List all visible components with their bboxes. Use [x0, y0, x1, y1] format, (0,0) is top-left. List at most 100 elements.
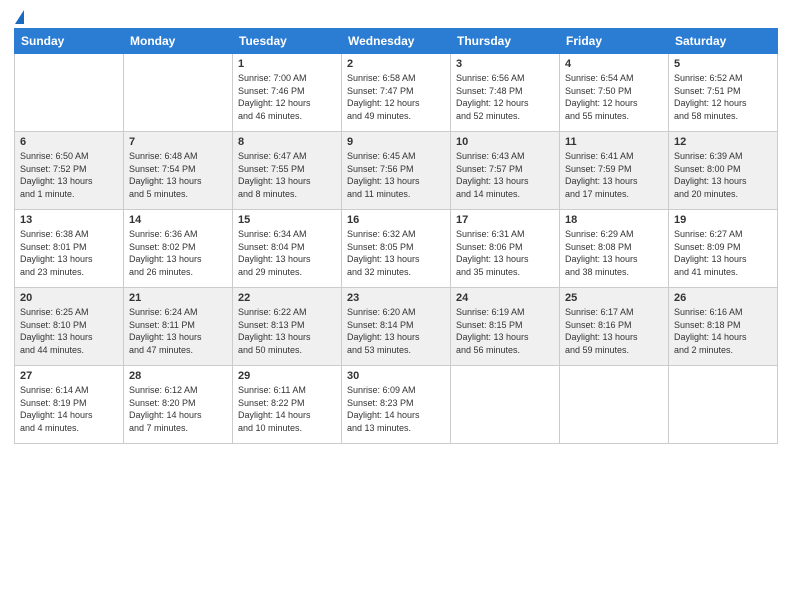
calendar-cell: 14Sunrise: 6:36 AM Sunset: 8:02 PM Dayli… [124, 210, 233, 288]
calendar-cell: 7 Sunrise: 6:48 AM Sunset: 7:54 PM Daylig… [124, 132, 233, 210]
day-info: Sunrise: 6:47 AM Sunset: 7:55 PM Dayligh… [238, 150, 336, 200]
calendar-cell: 2 Sunrise: 6:58 AM Sunset: 7:47 PM Daylig… [342, 54, 451, 132]
day-number: 20 [20, 292, 118, 304]
calendar-cell: 4 Sunrise: 6:54 AM Sunset: 7:50 PM Daylig… [560, 54, 669, 132]
day-info: Sunrise: 6:22 AM Sunset: 8:13 PM Dayligh… [238, 306, 336, 356]
day-number: 10 [456, 136, 554, 148]
calendar-week-row: 6 Sunrise: 6:50 AM Sunset: 7:52 PM Daylig… [15, 132, 778, 210]
calendar-day-header: Tuesday [233, 29, 342, 54]
day-number: 11 [565, 136, 663, 148]
day-number: 5 [674, 58, 772, 70]
calendar-cell: 12 Sunrise: 6:39 AM Sunset: 8:00 PM Dayli… [669, 132, 778, 210]
day-info: Sunrise: 6:12 AM Sunset: 8:20 PM Dayligh… [129, 384, 227, 434]
calendar-cell: 19 Sunrise: 6:27 AM Sunset: 8:09 PM Dayli… [669, 210, 778, 288]
day-number: 27 [20, 370, 118, 382]
calendar-cell: 22 Sunrise: 6:22 AM Sunset: 8:13 PM Dayli… [233, 288, 342, 366]
calendar-cell [560, 366, 669, 444]
day-info: Sunrise: 6:43 AM Sunset: 7:57 PM Dayligh… [456, 150, 554, 200]
calendar-day-header: Thursday [451, 29, 560, 54]
day-number: 13 [20, 214, 118, 226]
calendar-cell: 11 Sunrise: 6:41 AM Sunset: 7:59 PM Dayli… [560, 132, 669, 210]
calendar-cell: 1 Sunrise: 7:00 AM Sunset: 7:46 PM Daylig… [233, 54, 342, 132]
day-number: 7 [129, 136, 227, 148]
day-number: 26 [674, 292, 772, 304]
day-number: 15 [238, 214, 336, 226]
day-number: 21 [129, 292, 227, 304]
day-info: Sunrise: 6:17 AM Sunset: 8:16 PM Dayligh… [565, 306, 663, 356]
header [14, 10, 778, 20]
day-info: Sunrise: 6:38 AM Sunset: 8:01 PM Dayligh… [20, 228, 118, 278]
day-info: Sunrise: 7:00 AM Sunset: 7:46 PM Dayligh… [238, 72, 336, 122]
day-info: Sunrise: 6:48 AM Sunset: 7:54 PM Dayligh… [129, 150, 227, 200]
calendar-cell: 29Sunrise: 6:11 AM Sunset: 8:22 PM Dayli… [233, 366, 342, 444]
calendar-week-row: 1 Sunrise: 7:00 AM Sunset: 7:46 PM Daylig… [15, 54, 778, 132]
calendar-cell: 24Sunrise: 6:19 AM Sunset: 8:15 PM Dayli… [451, 288, 560, 366]
calendar-week-row: 13 Sunrise: 6:38 AM Sunset: 8:01 PM Dayli… [15, 210, 778, 288]
calendar-cell: 25Sunrise: 6:17 AM Sunset: 8:16 PM Dayli… [560, 288, 669, 366]
day-info: Sunrise: 6:50 AM Sunset: 7:52 PM Dayligh… [20, 150, 118, 200]
calendar-cell [124, 54, 233, 132]
day-number: 2 [347, 58, 445, 70]
day-info: Sunrise: 6:19 AM Sunset: 8:15 PM Dayligh… [456, 306, 554, 356]
logo [14, 10, 24, 20]
day-number: 19 [674, 214, 772, 226]
calendar-cell: 6 Sunrise: 6:50 AM Sunset: 7:52 PM Daylig… [15, 132, 124, 210]
calendar-cell: 3Sunrise: 6:56 AM Sunset: 7:48 PM Daylig… [451, 54, 560, 132]
day-number: 8 [238, 136, 336, 148]
calendar-cell: 8 Sunrise: 6:47 AM Sunset: 7:55 PM Daylig… [233, 132, 342, 210]
day-number: 6 [20, 136, 118, 148]
day-number: 9 [347, 136, 445, 148]
calendar-day-header: Sunday [15, 29, 124, 54]
calendar-cell: 18 Sunrise: 6:29 AM Sunset: 8:08 PM Dayli… [560, 210, 669, 288]
day-info: Sunrise: 6:54 AM Sunset: 7:50 PM Dayligh… [565, 72, 663, 122]
calendar-table: SundayMondayTuesdayWednesdayThursdayFrid… [14, 28, 778, 444]
calendar-cell: 5 Sunrise: 6:52 AM Sunset: 7:51 PM Daylig… [669, 54, 778, 132]
day-info: Sunrise: 6:20 AM Sunset: 8:14 PM Dayligh… [347, 306, 445, 356]
calendar-cell: 16 Sunrise: 6:32 AM Sunset: 8:05 PM Dayli… [342, 210, 451, 288]
day-info: Sunrise: 6:36 AM Sunset: 8:02 PM Dayligh… [129, 228, 227, 278]
calendar-day-header: Saturday [669, 29, 778, 54]
day-number: 28 [129, 370, 227, 382]
day-number: 17 [456, 214, 554, 226]
day-info: Sunrise: 6:41 AM Sunset: 7:59 PM Dayligh… [565, 150, 663, 200]
calendar-cell: 27 Sunrise: 6:14 AM Sunset: 8:19 PM Dayli… [15, 366, 124, 444]
day-info: Sunrise: 6:24 AM Sunset: 8:11 PM Dayligh… [129, 306, 227, 356]
calendar-cell: 20 Sunrise: 6:25 AM Sunset: 8:10 PM Dayli… [15, 288, 124, 366]
calendar-cell [451, 366, 560, 444]
day-info: Sunrise: 6:29 AM Sunset: 8:08 PM Dayligh… [565, 228, 663, 278]
day-info: Sunrise: 6:32 AM Sunset: 8:05 PM Dayligh… [347, 228, 445, 278]
calendar-cell: 13 Sunrise: 6:38 AM Sunset: 8:01 PM Dayli… [15, 210, 124, 288]
page-container: SundayMondayTuesdayWednesdayThursdayFrid… [0, 0, 792, 612]
calendar-cell: 28 Sunrise: 6:12 AM Sunset: 8:20 PM Dayli… [124, 366, 233, 444]
calendar-day-header: Wednesday [342, 29, 451, 54]
calendar-week-row: 27 Sunrise: 6:14 AM Sunset: 8:19 PM Dayli… [15, 366, 778, 444]
calendar-cell: 10 Sunrise: 6:43 AM Sunset: 7:57 PM Dayli… [451, 132, 560, 210]
day-info: Sunrise: 6:58 AM Sunset: 7:47 PM Dayligh… [347, 72, 445, 122]
calendar-day-header: Monday [124, 29, 233, 54]
calendar-cell: 26 Sunrise: 6:16 AM Sunset: 8:18 PM Dayli… [669, 288, 778, 366]
day-number: 30 [347, 370, 445, 382]
day-number: 16 [347, 214, 445, 226]
day-number: 1 [238, 58, 336, 70]
day-info: Sunrise: 6:39 AM Sunset: 8:00 PM Dayligh… [674, 150, 772, 200]
day-info: Sunrise: 6:34 AM Sunset: 8:04 PM Dayligh… [238, 228, 336, 278]
calendar-cell: 21 Sunrise: 6:24 AM Sunset: 8:11 PM Dayli… [124, 288, 233, 366]
day-info: Sunrise: 6:27 AM Sunset: 8:09 PM Dayligh… [674, 228, 772, 278]
day-number: 12 [674, 136, 772, 148]
day-number: 23 [347, 292, 445, 304]
calendar-cell: 9Sunrise: 6:45 AM Sunset: 7:56 PM Daylig… [342, 132, 451, 210]
day-info: Sunrise: 6:16 AM Sunset: 8:18 PM Dayligh… [674, 306, 772, 356]
day-info: Sunrise: 6:25 AM Sunset: 8:10 PM Dayligh… [20, 306, 118, 356]
day-info: Sunrise: 6:31 AM Sunset: 8:06 PM Dayligh… [456, 228, 554, 278]
logo-triangle-icon [15, 10, 24, 24]
day-number: 18 [565, 214, 663, 226]
calendar-cell [15, 54, 124, 132]
day-number: 4 [565, 58, 663, 70]
day-info: Sunrise: 6:11 AM Sunset: 8:22 PM Dayligh… [238, 384, 336, 434]
day-info: Sunrise: 6:52 AM Sunset: 7:51 PM Dayligh… [674, 72, 772, 122]
day-number: 22 [238, 292, 336, 304]
day-info: Sunrise: 6:14 AM Sunset: 8:19 PM Dayligh… [20, 384, 118, 434]
calendar-week-row: 20 Sunrise: 6:25 AM Sunset: 8:10 PM Dayli… [15, 288, 778, 366]
calendar-cell: 15 Sunrise: 6:34 AM Sunset: 8:04 PM Dayli… [233, 210, 342, 288]
day-info: Sunrise: 6:56 AM Sunset: 7:48 PM Dayligh… [456, 72, 554, 122]
